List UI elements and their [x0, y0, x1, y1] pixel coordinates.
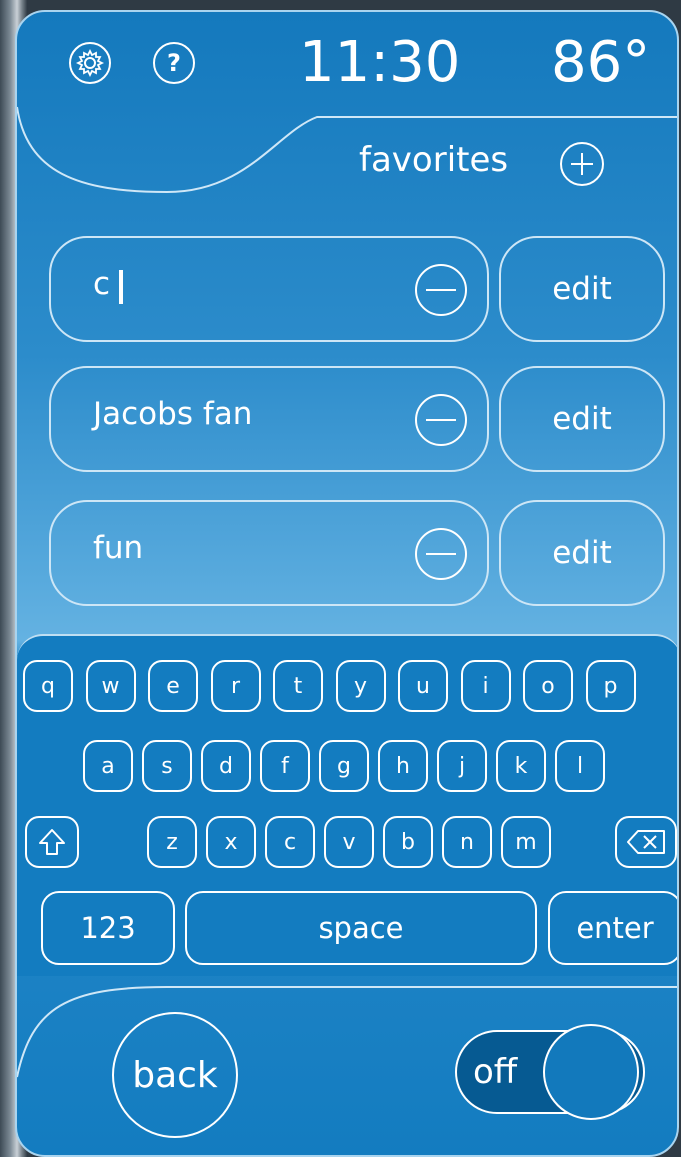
- key-n[interactable]: n: [442, 816, 492, 868]
- key-d[interactable]: d: [201, 740, 251, 792]
- key-t[interactable]: t: [273, 660, 323, 712]
- enter-key[interactable]: enter: [548, 891, 677, 965]
- temperature-display: 86°: [551, 30, 651, 95]
- favorites-label: favorites: [359, 140, 509, 180]
- backspace-key[interactable]: [615, 816, 677, 868]
- edit-favorite-button-1[interactable]: edit: [499, 236, 665, 342]
- shift-key[interactable]: [25, 816, 79, 868]
- key-g[interactable]: g: [319, 740, 369, 792]
- text-cursor: [119, 270, 123, 304]
- shift-arrow-icon: [39, 829, 65, 855]
- key-e[interactable]: e: [148, 660, 198, 712]
- favorite-row-1[interactable]: c: [49, 236, 489, 342]
- settings-button[interactable]: [69, 42, 111, 84]
- on-screen-keyboard: qwertyuiop asdfghjkl zxcvbnm 123 space e…: [17, 634, 677, 976]
- gear-icon: [75, 48, 105, 78]
- key-h[interactable]: h: [378, 740, 428, 792]
- toggle-knob: [543, 1024, 639, 1120]
- question-icon: ?: [167, 49, 181, 77]
- device-panel: ? 11:30 86° favorites c edit Jacobs fan …: [15, 10, 679, 1157]
- plus-icon: [571, 153, 593, 175]
- key-x[interactable]: x: [206, 816, 256, 868]
- remove-favorite-button[interactable]: [415, 528, 467, 580]
- key-k[interactable]: k: [496, 740, 546, 792]
- key-m[interactable]: m: [501, 816, 551, 868]
- key-q[interactable]: q: [23, 660, 73, 712]
- key-w[interactable]: w: [85, 660, 136, 712]
- toggle-label: off: [473, 1052, 518, 1092]
- key-v[interactable]: v: [324, 816, 374, 868]
- remove-favorite-button[interactable]: [415, 394, 467, 446]
- back-button[interactable]: back: [112, 1012, 238, 1138]
- favorite-row-2[interactable]: Jacobs fan: [49, 366, 489, 472]
- numbers-key[interactable]: 123: [41, 891, 175, 965]
- key-j[interactable]: j: [437, 740, 487, 792]
- key-l[interactable]: l: [555, 740, 605, 792]
- edit-favorite-button-3[interactable]: edit: [499, 500, 665, 606]
- edit-favorite-button-2[interactable]: edit: [499, 366, 665, 472]
- key-a[interactable]: a: [83, 740, 133, 792]
- favorite-name: fun: [93, 530, 144, 566]
- key-p[interactable]: p: [585, 660, 636, 712]
- power-toggle[interactable]: off: [455, 1024, 645, 1120]
- key-o[interactable]: o: [523, 660, 573, 712]
- space-key[interactable]: space: [185, 891, 537, 965]
- help-button[interactable]: ?: [153, 42, 195, 84]
- key-r[interactable]: r: [210, 660, 261, 712]
- favorite-name: c: [93, 266, 111, 302]
- key-c[interactable]: c: [265, 816, 315, 868]
- key-i[interactable]: i: [460, 660, 511, 712]
- add-favorite-button[interactable]: [560, 142, 604, 186]
- key-f[interactable]: f: [260, 740, 310, 792]
- key-z[interactable]: z: [147, 816, 197, 868]
- key-s[interactable]: s: [142, 740, 192, 792]
- favorite-row-3[interactable]: fun: [49, 500, 489, 606]
- favorite-name: Jacobs fan: [93, 396, 253, 432]
- key-u[interactable]: u: [398, 660, 448, 712]
- key-y[interactable]: y: [335, 660, 386, 712]
- time-display: 11:30: [299, 30, 461, 95]
- backspace-icon: [627, 830, 665, 854]
- key-b[interactable]: b: [383, 816, 433, 868]
- remove-favorite-button[interactable]: [415, 264, 467, 316]
